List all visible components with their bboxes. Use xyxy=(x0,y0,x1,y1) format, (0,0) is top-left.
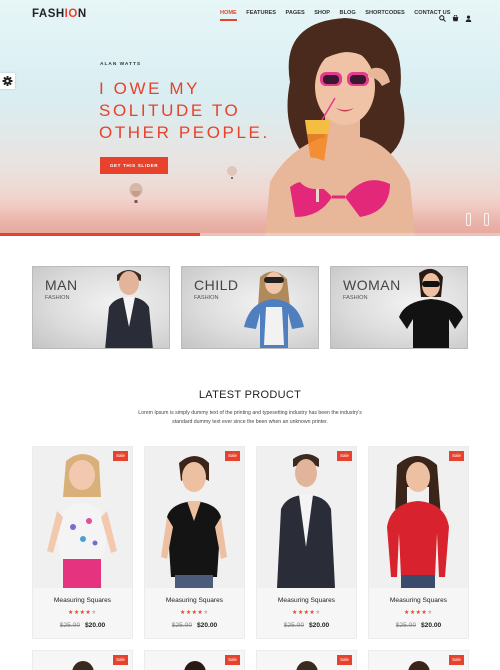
hot-air-balloon-left xyxy=(129,183,143,203)
logo-text-accent: IO xyxy=(64,8,78,20)
main-nav: HOME FEATURES PAGES SHOP BLOG SHORTCODES… xyxy=(220,10,460,21)
nav-shortcodes[interactable]: SHORTCODES xyxy=(365,10,404,16)
sale-badge: Sale xyxy=(113,655,128,665)
hero-subtitle: ALAN WATTS xyxy=(100,62,142,67)
product-card[interactable]: Sale Measuring Squares ★★★★★ $25.00 $20.0… xyxy=(256,446,357,639)
latest-product-title: LATEST PRODUCT xyxy=(198,389,302,401)
product-name[interactable]: Measuring Squares xyxy=(369,597,468,604)
hero-title-line: OTHER PEOPLE. xyxy=(99,123,270,142)
product-card[interactable]: Sale xyxy=(144,650,245,670)
sale-price: $20.00 xyxy=(85,622,106,629)
get-slider-button[interactable]: GET THIS SLIDER xyxy=(100,157,168,174)
rating-stars: ★★★★★ xyxy=(180,610,209,616)
user-icon[interactable] xyxy=(465,9,472,22)
product-card[interactable]: Sale Measuring Squares ★★★★★ $25.00 $20.0… xyxy=(368,446,469,639)
product-image[interactable]: Sale xyxy=(33,447,132,588)
old-price: $25.00 xyxy=(283,622,304,629)
category-woman[interactable]: WOMAN FASHION xyxy=(330,266,468,349)
product-name[interactable]: Measuring Squares xyxy=(33,597,132,604)
category-man[interactable]: MAN FASHION xyxy=(32,266,170,349)
logo-text-part1: FASH xyxy=(32,8,65,20)
sale-badge: Sale xyxy=(225,655,240,665)
slider-progress-fill xyxy=(0,233,200,236)
slider-progress-track xyxy=(0,233,500,236)
cart-icon[interactable] xyxy=(452,9,459,22)
product-photo-woman-red-top xyxy=(387,456,449,588)
product-name[interactable]: Measuring Squares xyxy=(145,597,244,604)
logo-text-part3: N xyxy=(77,8,87,20)
category-child[interactable]: CHILD FASHION xyxy=(181,266,319,349)
nav-blog[interactable]: BLOG xyxy=(340,10,356,16)
nav-home[interactable]: HOME xyxy=(220,10,237,21)
site-logo[interactable]: FASHION xyxy=(32,8,87,20)
sale-badge: Sale xyxy=(449,655,464,665)
header-icons xyxy=(439,9,472,22)
rating-stars: ★★★★★ xyxy=(68,610,97,616)
product-card[interactable]: Sale xyxy=(368,650,469,670)
product-price: $25.00 $20.00 xyxy=(257,622,356,629)
old-price: $25.00 xyxy=(395,622,416,629)
product-photo-girl xyxy=(47,454,117,588)
old-price: $25.00 xyxy=(171,622,192,629)
hero-title-line: SOLITUDE TO xyxy=(99,101,241,120)
sale-badge: Sale xyxy=(113,451,128,461)
product-photo-woman-black-top xyxy=(161,456,227,588)
sale-badge: Sale xyxy=(225,451,240,461)
latest-product-description: Lorem Ipsum is simply dummy text of the … xyxy=(138,410,362,425)
sale-price: $20.00 xyxy=(197,622,218,629)
settings-panel-toggle[interactable] xyxy=(0,73,15,89)
product-card[interactable]: Sale Measuring Squares ★★★★★ $25.00 $20.0… xyxy=(144,446,245,639)
product-image[interactable]: Sale xyxy=(369,447,468,588)
product-image[interactable]: Sale xyxy=(257,447,356,588)
rating-stars: ★★★★★ xyxy=(404,610,433,616)
gear-icon xyxy=(2,76,13,86)
sale-badge: Sale xyxy=(337,655,352,665)
rating-stars: ★★★★★ xyxy=(292,610,321,616)
product-card[interactable]: Sale xyxy=(32,650,133,670)
product-image[interactable]: Sale xyxy=(145,447,244,588)
product-card[interactable]: Sale Measuring Squares ★★★★★ $25.00 $20.0… xyxy=(32,446,133,639)
sale-badge: Sale xyxy=(337,451,352,461)
site-header: FASHION HOME FEATURES PAGES SHOP BLOG SH… xyxy=(0,0,500,28)
sale-price: $20.00 xyxy=(421,622,442,629)
slider-next-arrow[interactable] xyxy=(484,213,489,226)
product-name[interactable]: Measuring Squares xyxy=(257,597,356,604)
slider-prev-arrow[interactable] xyxy=(466,213,471,226)
hot-air-balloon-right xyxy=(227,166,237,179)
category-title: MAN xyxy=(45,277,78,293)
category-man-image xyxy=(105,270,153,348)
product-price: $25.00 $20.00 xyxy=(145,622,244,629)
product-card[interactable]: Sale xyxy=(256,650,357,670)
nav-features[interactable]: FEATURES xyxy=(246,10,276,16)
product-price: $25.00 $20.00 xyxy=(369,622,468,629)
search-icon[interactable] xyxy=(439,9,446,22)
hero-title: I OWE MY SOLITUDE TO OTHER PEOPLE. xyxy=(99,78,299,144)
old-price: $25.00 xyxy=(59,622,80,629)
category-subtitle: FASHION xyxy=(45,295,70,301)
category-child-image xyxy=(244,271,304,348)
product-photo-man-blazer xyxy=(277,454,335,588)
nav-pages[interactable]: PAGES xyxy=(286,10,305,16)
sale-badge: Sale xyxy=(449,451,464,461)
hero-slider: ALAN WATTS I OWE MY SOLITUDE TO OTHER PE… xyxy=(0,0,500,236)
category-subtitle: FASHION xyxy=(343,295,368,301)
category-subtitle: FASHION xyxy=(194,295,219,301)
nav-shop[interactable]: SHOP xyxy=(314,10,330,16)
sale-price: $20.00 xyxy=(309,622,330,629)
product-price: $25.00 $20.00 xyxy=(33,622,132,629)
category-woman-image xyxy=(399,268,463,348)
hero-title-line: I OWE MY xyxy=(99,79,201,98)
